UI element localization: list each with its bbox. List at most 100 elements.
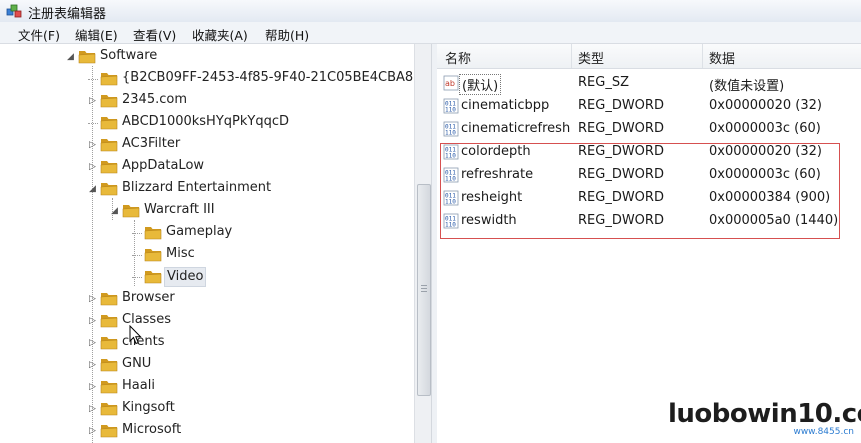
tree-item-label: Blizzard Entertainment (122, 180, 272, 195)
tree-item[interactable]: ▷ Haali (0, 376, 414, 398)
tree-connector (132, 255, 142, 256)
registry-editor-icon (6, 4, 22, 18)
tree-item[interactable]: {B2CB09FF-2453-4f85-9F40-21C05BE4CBA8} (0, 68, 414, 90)
tree-item-label: Warcraft III (144, 202, 215, 217)
tree-item[interactable]: ◢ Blizzard Entertainment (0, 178, 414, 200)
column-type[interactable]: 类型 (578, 48, 604, 67)
tree-item[interactable]: ◢ Software (0, 46, 414, 68)
watermark: luobowin10.com www.8455.cn (668, 393, 861, 439)
dword-value-icon: 011110 (443, 98, 459, 114)
value-row[interactable]: 011 110 cinematicrefresh REG_DWORD 0x0000003… (437, 118, 861, 141)
folder-icon (78, 51, 96, 64)
tree-item-label: Browser (122, 290, 175, 305)
tree-item[interactable]: ◢ Warcraft III (0, 200, 414, 222)
tree-item-label: Gameplay (166, 224, 233, 239)
value-name: (默认) (459, 74, 502, 95)
scrollbar-thumb[interactable] (417, 184, 431, 396)
tree-connector (88, 79, 98, 80)
tree-item-label: GNU (122, 356, 152, 371)
expand-arrow-icon[interactable]: ▷ (88, 338, 97, 348)
expand-arrow-icon[interactable]: ▷ (88, 360, 97, 370)
tree-item[interactable]: ▷ AppDataLow (0, 156, 414, 178)
folder-icon (100, 293, 118, 306)
tree-item[interactable]: ABCD1000ksHYqPkYqqcD (0, 112, 414, 134)
value-data: (数值未设置) (709, 79, 785, 94)
menu-help[interactable]: 帮助(H) (265, 25, 309, 44)
tree-item-label: Microsoft (122, 422, 182, 437)
expand-arrow-icon[interactable]: ▷ (88, 294, 97, 304)
tree-item-label: clients (122, 334, 165, 349)
folder-icon (100, 95, 118, 108)
dword-value-icon: 011110 (443, 121, 459, 137)
registry-key-tree[interactable]: ◢ Software {B2CB09FF-2453-4f85-9F40-21C05B… (0, 44, 414, 443)
expand-arrow-icon[interactable]: ▷ (88, 382, 97, 392)
expand-arrow-icon[interactable]: ▷ (88, 96, 97, 106)
title-bar: 注册表编辑器 (0, 0, 861, 22)
folder-icon (100, 425, 118, 438)
value-type: REG_DWORD (578, 121, 664, 136)
tree-item-label: 2345.com (122, 92, 187, 107)
svg-text:ab: ab (445, 79, 455, 88)
folder-icon (144, 249, 162, 262)
value-data: 0x00000020 (32) (709, 98, 822, 113)
tree-item-label: AC3Filter (122, 136, 181, 151)
expand-arrow-icon[interactable]: ▷ (88, 162, 97, 172)
value-row[interactable]: 011 110 cinematicbpp REG_DWORD 0x00000020 (3… (437, 95, 861, 118)
value-data: 0x0000003c (60) (709, 121, 821, 136)
tree-item[interactable]: ▷ GNU (0, 354, 414, 376)
tree-item-label: Misc (166, 246, 195, 261)
svg-text:110: 110 (445, 130, 456, 137)
expand-arrow-icon[interactable]: ▷ (88, 316, 97, 326)
tree-item-label: Kingsoft (122, 400, 175, 415)
folder-icon (122, 205, 140, 218)
svg-text:110: 110 (445, 107, 456, 114)
value-type: REG_SZ (578, 75, 629, 90)
tree-item[interactable]: ▷ AC3Filter (0, 134, 414, 156)
folder-icon (100, 161, 118, 174)
tree-item[interactable]: ▷ Kingsoft (0, 398, 414, 420)
value-type: REG_DWORD (578, 98, 664, 113)
folder-icon (100, 337, 118, 350)
menu-favorites[interactable]: 收藏夹(A) (192, 25, 248, 44)
expand-arrow-icon[interactable]: ▷ (88, 404, 97, 414)
tree-item[interactable]: Video (0, 266, 414, 288)
tree-item[interactable]: ▷ Microsoft (0, 420, 414, 442)
folder-icon (100, 403, 118, 416)
tree-item[interactable]: Misc (0, 244, 414, 266)
folder-icon (100, 117, 118, 130)
tree-item[interactable]: ▷ 2345.com (0, 90, 414, 112)
tree-item[interactable]: ▷ Browser (0, 288, 414, 310)
column-name[interactable]: 名称 (445, 48, 471, 67)
list-header: 名称 类型 数据 (437, 44, 861, 69)
tree-scrollbar[interactable] (414, 44, 432, 443)
collapse-arrow-icon[interactable]: ◢ (88, 184, 97, 194)
registry-values-list[interactable]: 名称 类型 数据 ab (默认) REG_SZ (数值未设置) 011 110 cinema… (437, 44, 861, 443)
folder-icon (100, 381, 118, 394)
watermark-text: luobowin10.com (668, 399, 861, 429)
tree-item[interactable]: Gameplay (0, 222, 414, 244)
folder-icon (100, 183, 118, 196)
highlight-annotation-box (440, 143, 840, 239)
tree-connector (132, 277, 142, 278)
value-name: cinematicbpp (461, 98, 550, 113)
collapse-arrow-icon[interactable]: ◢ (110, 206, 119, 216)
menu-file[interactable]: 文件(F) (18, 25, 60, 44)
folder-icon (100, 315, 118, 328)
tree-item[interactable]: ▷ Classes (0, 310, 414, 332)
value-row[interactable]: ab (默认) REG_SZ (数值未设置) (437, 72, 861, 95)
column-data[interactable]: 数据 (709, 48, 735, 67)
tree-connector (132, 233, 142, 234)
tree-item[interactable]: ▷ clients (0, 332, 414, 354)
folder-icon (100, 139, 118, 152)
collapse-arrow-icon[interactable]: ◢ (66, 52, 75, 62)
string-value-icon: ab (443, 75, 459, 91)
expand-arrow-icon[interactable]: ▷ (88, 426, 97, 436)
folder-icon (100, 73, 118, 86)
window-title: 注册表编辑器 (28, 7, 107, 22)
expand-arrow-icon[interactable]: ▷ (88, 140, 97, 150)
folder-icon (144, 271, 162, 284)
tree-item-label: Video (164, 267, 207, 287)
tree-item-label: ABCD1000ksHYqPkYqqcD (122, 114, 289, 129)
menu-view[interactable]: 查看(V) (133, 25, 176, 44)
menu-edit[interactable]: 编辑(E) (75, 25, 118, 44)
